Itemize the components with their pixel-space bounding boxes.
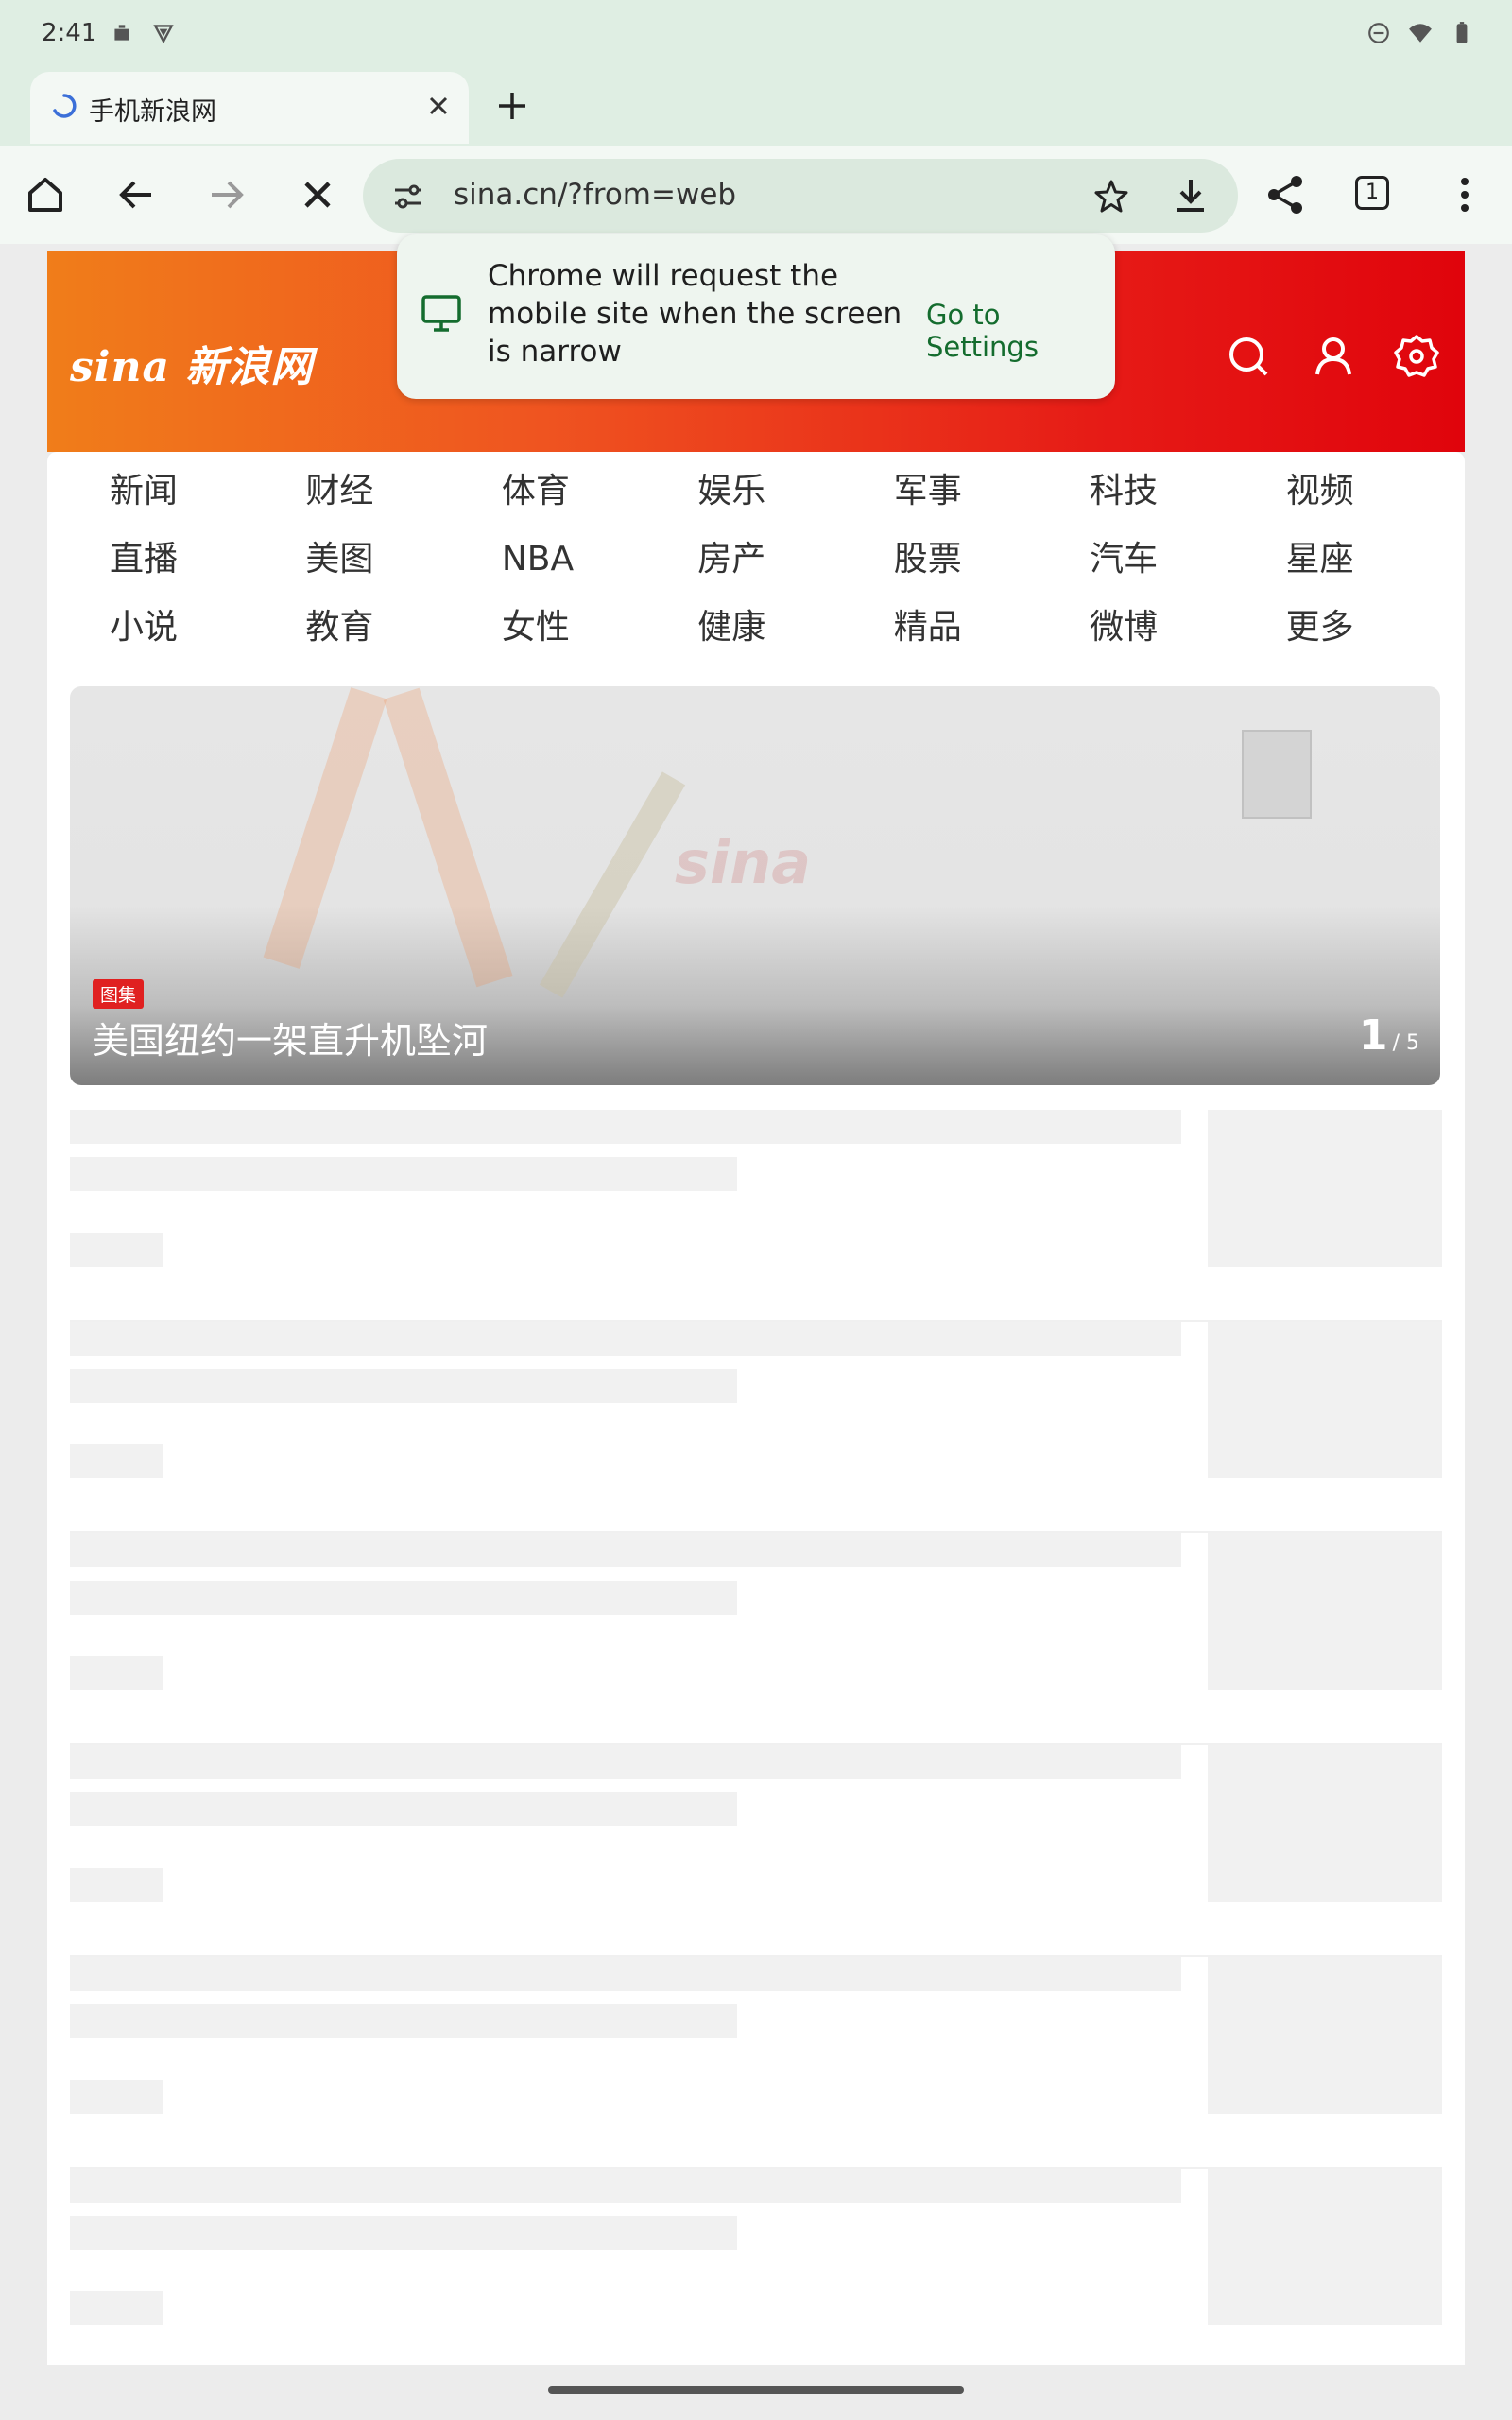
carousel-current-page: 1 [1358, 1011, 1388, 1060]
skeleton-row [70, 1322, 1442, 1533]
nav-item[interactable]: 科技 [1050, 465, 1246, 518]
settings-gear-icon[interactable] [1393, 333, 1440, 380]
gallery-badge: 图集 [93, 979, 145, 1009]
status-time: 2:41 [42, 19, 97, 47]
tab-switcher-button[interactable]: 1 [1355, 176, 1389, 210]
nav-item[interactable]: 精品 [854, 601, 1050, 654]
skeleton-row [70, 1745, 1442, 1957]
address-bar[interactable]: sina.cn/?from=web [363, 159, 1238, 233]
share-icon[interactable] [1263, 172, 1308, 217]
skeleton-row [70, 1533, 1442, 1745]
carousel-image-detail [539, 771, 686, 998]
loading-spinner-icon [53, 94, 77, 118]
site-settings-icon[interactable] [391, 180, 425, 214]
close-tab-icon[interactable] [421, 89, 455, 123]
nav-item[interactable]: 健康 [658, 601, 853, 654]
sina-logo[interactable]: sina 新浪网 [70, 333, 313, 393]
work-profile-icon [114, 25, 129, 41]
battery-icon [1456, 22, 1468, 43]
nav-item[interactable]: 娱乐 [658, 465, 853, 518]
back-icon[interactable] [113, 172, 159, 217]
new-tab-icon[interactable] [493, 87, 531, 125]
nav-item[interactable]: 小说 [70, 601, 266, 654]
nav-item[interactable]: NBA [462, 533, 658, 586]
desktop-site-message: Chrome will request the mobile site when… [397, 234, 1115, 399]
browser-tab[interactable]: 手机新浪网 [30, 72, 469, 144]
nav-item[interactable]: 新闻 [70, 465, 266, 518]
photo-carousel[interactable]: sina 图集 美国纽约一架直升机坠河 1 / 5 [70, 686, 1440, 1085]
vpn-shield-icon [153, 25, 174, 44]
carousel-pager: 1 / 5 [1359, 1011, 1419, 1060]
tab-strip: 手机新浪网 [0, 68, 1512, 146]
stop-loading-icon[interactable] [295, 172, 340, 217]
carousel-image-detail [383, 687, 513, 988]
nav-item[interactable]: 教育 [266, 601, 461, 654]
url-text[interactable]: sina.cn/?from=web [454, 178, 736, 212]
go-to-settings-link[interactable]: Go to Settings [926, 299, 1115, 363]
download-icon[interactable] [1172, 176, 1210, 216]
loading-placeholder-list [70, 1110, 1442, 2378]
do-not-disturb-icon [1368, 23, 1389, 43]
more-menu-icon[interactable] [1442, 172, 1487, 217]
bookmark-star-icon[interactable] [1092, 178, 1130, 216]
user-icon[interactable] [1310, 333, 1357, 380]
desktop-monitor-icon [421, 295, 461, 332]
nav-item[interactable]: 微博 [1050, 601, 1246, 654]
nav-item[interactable]: 房产 [658, 533, 853, 586]
search-icon[interactable] [1225, 333, 1272, 380]
forward-icon[interactable] [204, 172, 249, 217]
nav-item[interactable]: 星座 [1246, 533, 1442, 586]
carousel-image-detail [263, 687, 387, 969]
message-text: Chrome will request the mobile site when… [488, 259, 902, 369]
nav-item[interactable]: 体育 [462, 465, 658, 518]
gesture-nav-bar[interactable] [548, 2386, 964, 2394]
nav-item[interactable]: 直播 [70, 533, 266, 586]
nav-item[interactable]: 美图 [266, 533, 461, 586]
carousel-image-detail [1242, 730, 1312, 819]
image-watermark: sina [675, 828, 812, 897]
nav-item[interactable]: 汽车 [1050, 533, 1246, 586]
channel-nav: 新闻 财经 体育 娱乐 军事 科技 视频 直播 美图 NBA 房产 股票 汽车 … [70, 465, 1442, 654]
nav-item[interactable]: 股票 [854, 533, 1050, 586]
skeleton-row [70, 1110, 1442, 1322]
nav-item[interactable]: 财经 [266, 465, 461, 518]
nav-item[interactable]: 视频 [1246, 465, 1442, 518]
status-bar: 2:41 [0, 0, 1512, 68]
carousel-total-pages: / 5 [1392, 1031, 1419, 1055]
skeleton-row [70, 2169, 1442, 2378]
nav-item[interactable]: 更多 [1246, 601, 1442, 654]
nav-item[interactable]: 女性 [462, 601, 658, 654]
content-card: 新闻 财经 体育 娱乐 军事 科技 视频 直播 美图 NBA 房产 股票 汽车 … [47, 452, 1465, 2365]
tab-title: 手机新浪网 [89, 97, 216, 127]
nav-item[interactable]: 军事 [854, 465, 1050, 518]
browser-toolbar: sina.cn/?from=web [0, 146, 1512, 244]
skeleton-row [70, 1957, 1442, 2169]
carousel-title[interactable]: 美国纽约一架直升机坠河 [93, 1011, 488, 1063]
wifi-icon [1409, 24, 1432, 43]
web-page: sina 新浪网 新闻 财经 体育 娱乐 军事 科技 视频 直播 美图 NBA … [0, 244, 1512, 2420]
home-icon[interactable] [23, 172, 68, 217]
